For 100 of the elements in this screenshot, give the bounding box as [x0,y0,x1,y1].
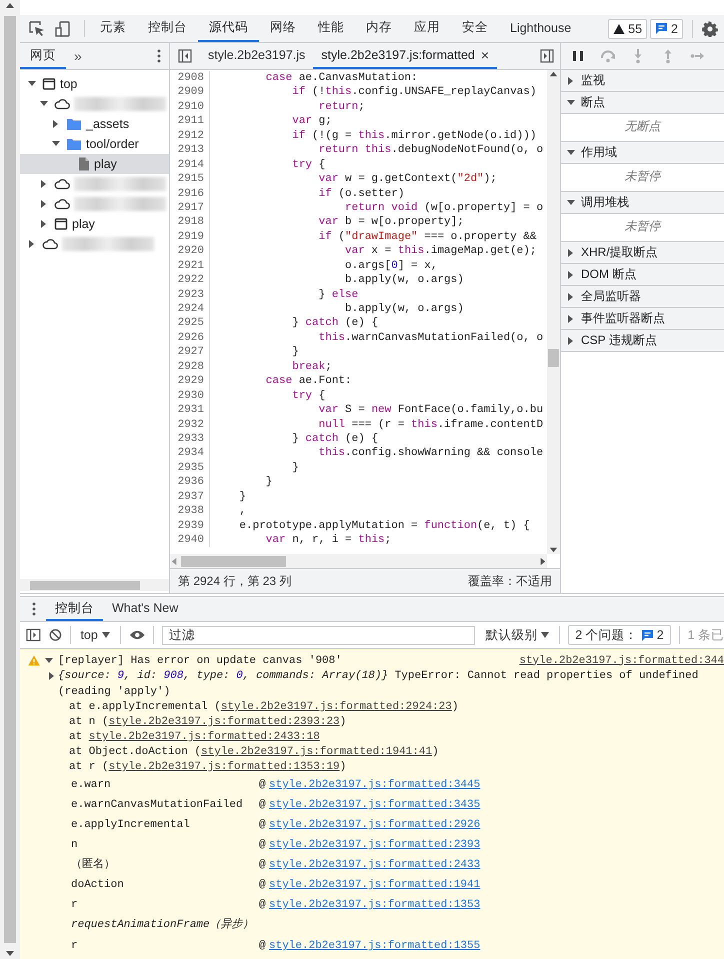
source-link[interactable]: style.2b2e3197.js:formatted:2926 [269,815,724,835]
warning-icon [613,22,626,34]
source-link[interactable]: style.2b2e3197.js:formatted:2393 [269,835,724,855]
code-line: , [238,504,246,519]
line-number: 2939 [170,518,210,533]
context-dropdown[interactable]: top [78,628,112,642]
tree-item[interactable]: play [20,154,169,174]
source-link[interactable]: style.2b2e3197.js:formatted:1941 [269,875,724,895]
panel-tab[interactable]: 控制台 [137,15,198,42]
at-sign: @ [259,858,267,873]
code-line: var S = new FontFace(o.family,o.bu [318,403,544,418]
scroll-left-icon [170,556,179,566]
vertical-scrollbar[interactable] [547,70,560,554]
hidden-count: 1 条已 [688,626,724,644]
horizontal-scrollbar[interactable] [170,554,547,568]
file-tab[interactable]: style.2b2e3197.js [200,43,314,69]
tree-item[interactable]: _assets [20,114,169,134]
line-number: 2911 [170,114,210,129]
filter-field[interactable]: 过滤 [162,626,476,644]
section-header[interactable]: DOM 断点 [561,264,724,286]
source-link[interactable]: style.2b2e3197.js:formatted:2433:18 [88,731,320,743]
source-link[interactable]: style.2b2e3197.js:formatted:2393:23 [108,716,340,728]
section-header[interactable]: 断点 [561,92,724,114]
tree-item[interactable]: tool/order [20,134,169,154]
section-header[interactable]: XHR/提取断点 [561,242,724,264]
more-options-icon[interactable] [157,49,161,63]
section-header[interactable]: 事件监听器断点 [561,308,724,330]
navigator-tab[interactable]: 网页 [20,43,66,69]
cursor-position: 第 2924 行，第 23 列 [178,572,292,590]
inspect-icon[interactable] [28,20,46,38]
section-header[interactable]: 调用堆栈 [561,192,724,214]
source-link[interactable]: style.2b2e3197.js:formatted:1941:41 [201,746,432,758]
function-name: r [71,939,79,954]
line-number: 2913 [170,143,210,158]
at-sign: @ [259,878,267,893]
sidebar-toggle-icon[interactable] [26,628,41,642]
scrollbar-thumb[interactable] [548,349,559,367]
panel-tab[interactable]: Lighthouse [499,15,582,42]
source-link[interactable]: style.2b2e3197.js:formatted:1353 [269,895,724,915]
close-tab-button[interactable]: × [480,47,490,63]
eye-icon[interactable] [128,629,146,641]
horizontal-scrollbar[interactable] [20,579,169,591]
line-number: 2922 [170,273,210,288]
drawer-tab[interactable]: 控制台 [46,597,103,621]
settings-icon[interactable] [702,20,718,36]
source-link[interactable]: style.2b2e3197.js:formatted:1353:19 [108,761,340,773]
function-name: r [71,898,79,913]
panel-tab[interactable]: 性能 [307,15,355,42]
section-header[interactable]: 全局监听器 [561,286,724,308]
at-sign: @ [259,939,267,954]
log-level-dropdown[interactable]: 默认级别 [483,626,552,644]
section-header[interactable]: CSP 违规断点 [561,330,724,352]
file-tab[interactable]: style.2b2e3197.js:formatted × [313,43,498,69]
tree-item[interactable]: play [20,214,169,234]
toggle-navigator-icon[interactable] [178,49,192,63]
source-link[interactable]: style.2b2e3197.js:formatted:344 [519,654,724,666]
source-link[interactable]: style.2b2e3197.js:formatted:1355 [269,936,724,956]
code-line: o.args[0] = x, [344,258,438,274]
stack-text: ) [452,701,458,713]
panel-tab[interactable]: 应用 [403,15,451,42]
panel-tab[interactable]: 安全 [451,15,499,42]
toggle-sidebar-icon[interactable] [540,49,554,63]
code-line: e.prototype.applyMutation = function(e, t) { [238,518,530,533]
panel-tab[interactable]: 内存 [355,15,403,42]
code-line: } [238,490,246,504]
section-header[interactable]: 作用域 [561,142,724,164]
tree-item[interactable]: top [20,74,169,94]
issues-button[interactable]: 2 个问题： 2 [568,625,671,645]
device-icon[interactable] [54,20,72,38]
panel-tab[interactable]: 元素 [89,15,137,42]
clear-console-icon[interactable] [48,628,62,642]
scrollbar-thumb[interactable] [30,580,140,590]
code-line: var b = w[o.property]; [318,215,464,230]
code-line: try { [291,388,326,404]
at-sign: @ [259,838,267,853]
source-link[interactable]: style.2b2e3197.js:formatted:3435 [269,795,724,815]
line-number: 2914 [170,158,210,172]
panel-tab[interactable]: 网络 [259,15,307,42]
section-header[interactable]: 监视 [561,70,724,92]
source-link[interactable]: style.2b2e3197.js:formatted:3445 [269,775,724,795]
function-name: e.warnCanvasMutationFailed [71,798,244,813]
cloud-icon [54,177,70,191]
more-tabs[interactable]: » [66,43,90,69]
more-options-icon[interactable] [32,602,36,616]
stack-text: ) [340,716,346,728]
line-number: 2936 [170,475,210,490]
cloud-icon [54,197,70,211]
line-number: 2932 [170,418,210,432]
code-line: } [291,460,299,476]
source-link[interactable]: style.2b2e3197.js:formatted:2433 [269,855,724,875]
warnings-counter[interactable]: 55 [608,18,648,38]
line-number: 2933 [170,432,210,446]
scrollbar-thumb[interactable] [181,556,286,566]
coverage-status: 覆盖率：不适用 [468,572,552,590]
pause-icon[interactable] [570,48,586,64]
drawer-tab[interactable]: What's New [103,597,188,621]
async-label: requestAnimationFrame（异步） [70,917,255,933]
line-number: 2921 [170,258,210,274]
issues-counter[interactable]: 2 [650,18,683,38]
source-link[interactable]: style.2b2e3197.js:formatted:2924:23 [220,701,452,713]
